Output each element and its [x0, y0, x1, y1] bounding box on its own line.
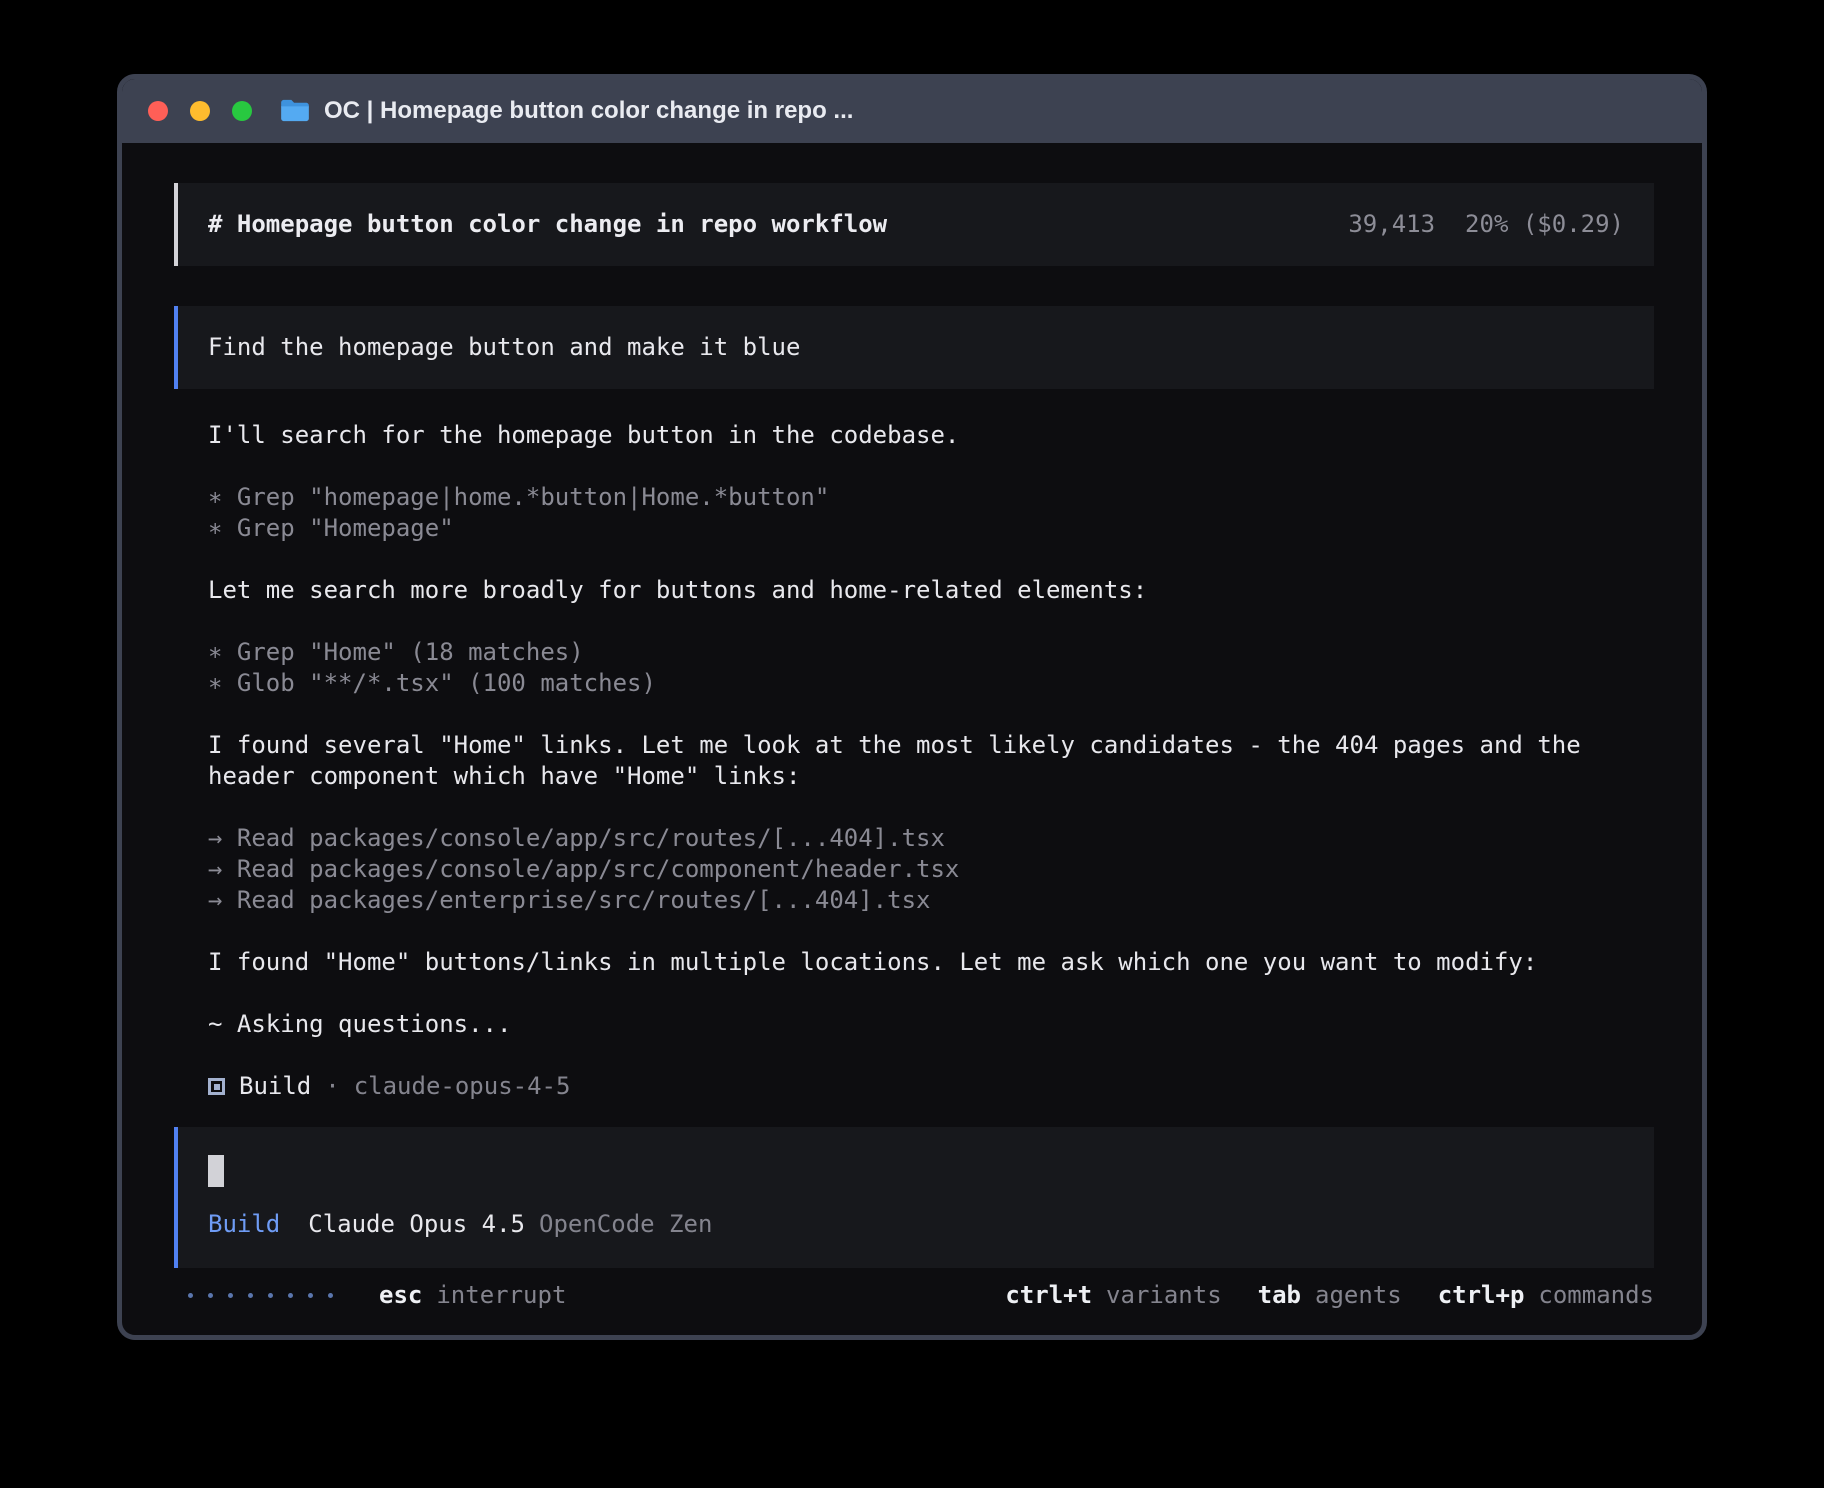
agent-model: claude-opus-4-5 — [354, 1071, 571, 1102]
agent-status-line: Build · claude-opus-4-5 — [208, 1071, 1654, 1102]
spinner — [188, 1293, 333, 1298]
spinner-dot — [248, 1293, 253, 1298]
traffic-lights — [148, 101, 252, 121]
composer-provider: OpenCode Zen — [539, 1210, 712, 1238]
shortcut-label: agents — [1315, 1280, 1402, 1311]
shortcut-esc: esc interrupt — [379, 1280, 566, 1311]
agent-name: Build — [239, 1071, 311, 1102]
token-count: 39,413 — [1348, 209, 1435, 240]
statusbar: esc interrupt ctrl+t variants tab agents… — [174, 1280, 1654, 1311]
status-asking-questions: ~ Asking questions... — [208, 1009, 1654, 1040]
spinner-dot — [268, 1293, 273, 1298]
session-title: # Homepage button color change in repo w… — [208, 209, 887, 240]
shortcut-label: interrupt — [436, 1280, 566, 1311]
tool-call-read: → Read packages/console/app/src/routes/[… — [208, 823, 1654, 854]
shortcut-agents: tab agents — [1258, 1280, 1402, 1311]
terminal-content: # Homepage button color change in repo w… — [122, 143, 1702, 1335]
folder-icon — [280, 99, 310, 123]
composer-model-line: Build Claude Opus 4.5 OpenCode Zen — [208, 1209, 1624, 1240]
shortcut-label: commands — [1538, 1280, 1654, 1311]
session-header: # Homepage button color change in repo w… — [174, 183, 1654, 266]
close-button[interactable] — [148, 101, 168, 121]
session-stats: 39,413 20% ($0.29) — [1348, 209, 1624, 240]
agent-icon — [208, 1078, 225, 1095]
transcript[interactable]: I'll search for the homepage button in t… — [208, 420, 1654, 1040]
spinner-dot — [208, 1293, 213, 1298]
agent-separator: · — [325, 1071, 339, 1102]
assistant-text: I found several "Home" links. Let me loo… — [208, 730, 1654, 792]
tool-call-read: → Read packages/enterprise/src/routes/[.… — [208, 885, 1654, 916]
shortcut-key: ctrl+t — [1005, 1280, 1092, 1311]
terminal-window: OC | Homepage button color change in rep… — [117, 74, 1707, 1340]
assistant-text: Let me search more broadly for buttons a… — [208, 575, 1654, 606]
spinner-dot — [288, 1293, 293, 1298]
user-message-text: Find the homepage button and make it blu… — [208, 333, 800, 361]
window-title: OC | Homepage button color change in rep… — [324, 97, 853, 125]
titlebar[interactable]: OC | Homepage button color change in rep… — [122, 79, 1702, 143]
minimize-button[interactable] — [190, 101, 210, 121]
spinner-dot — [308, 1293, 313, 1298]
assistant-text: I'll search for the homepage button in t… — [208, 420, 1654, 451]
spinner-dot — [328, 1293, 333, 1298]
zoom-button[interactable] — [232, 101, 252, 121]
shortcut-key: esc — [379, 1280, 422, 1311]
context-usage: 20% ($0.29) — [1465, 209, 1624, 240]
shortcut-label: variants — [1106, 1280, 1222, 1311]
assistant-text: I found "Home" buttons/links in multiple… — [208, 947, 1654, 978]
spinner-dot — [188, 1293, 193, 1298]
shortcut-key: ctrl+p — [1438, 1280, 1525, 1311]
statusbar-shortcuts: ctrl+t variants tab agents ctrl+p comman… — [1005, 1280, 1654, 1311]
tool-call-read: → Read packages/console/app/src/componen… — [208, 854, 1654, 885]
shortcut-key: tab — [1258, 1280, 1301, 1311]
shortcut-commands: ctrl+p commands — [1438, 1280, 1654, 1311]
tool-call-glob: ∗ Glob "**/*.tsx" (100 matches) — [208, 668, 1654, 699]
tool-call-grep: ∗ Grep "Homepage" — [208, 513, 1654, 544]
spinner-dot — [228, 1293, 233, 1298]
tool-call-grep: ∗ Grep "Home" (18 matches) — [208, 637, 1654, 668]
composer-agent: Build — [208, 1210, 280, 1238]
tool-call-grep: ∗ Grep "homepage|home.*button|Home.*butt… — [208, 482, 1654, 513]
user-message: Find the homepage button and make it blu… — [174, 306, 1654, 389]
composer-model: Claude Opus 4.5 — [308, 1210, 525, 1238]
shortcut-variants: ctrl+t variants — [1005, 1280, 1221, 1311]
prompt-input[interactable]: Build Claude Opus 4.5 OpenCode Zen — [174, 1127, 1654, 1268]
text-cursor — [208, 1155, 224, 1187]
